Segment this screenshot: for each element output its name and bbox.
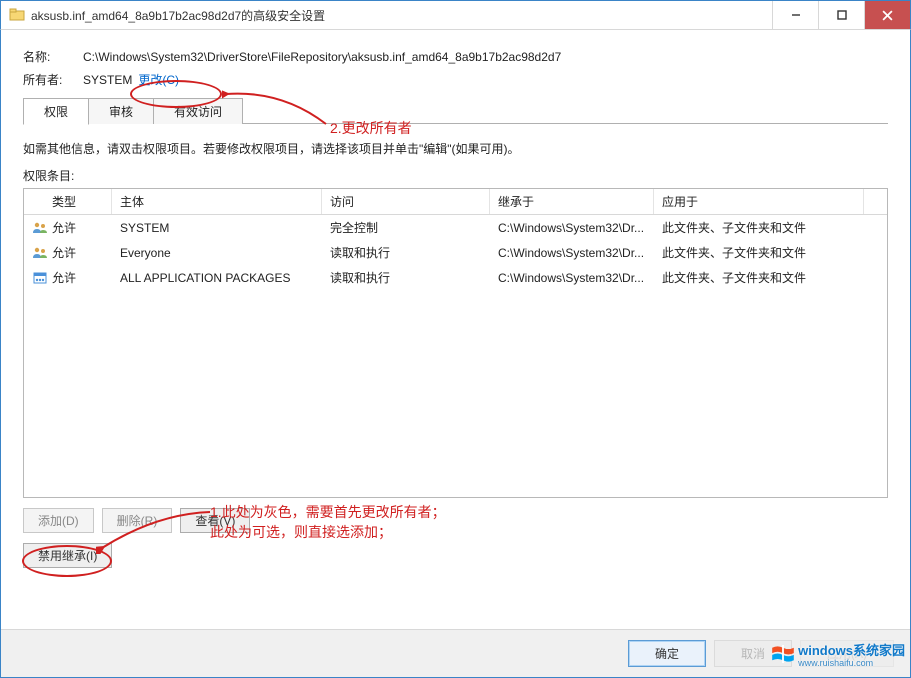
cell-type: 允许 xyxy=(52,244,76,261)
windows-flag-icon xyxy=(772,645,794,663)
folder-icon xyxy=(9,7,25,23)
col-principal[interactable]: 主体 xyxy=(112,189,322,214)
col-access[interactable]: 访问 xyxy=(322,189,490,214)
window-buttons xyxy=(772,1,910,29)
cell-access: 读取和执行 xyxy=(322,267,490,288)
close-button[interactable] xyxy=(864,1,910,29)
principal-icon xyxy=(32,270,48,286)
col-inherited[interactable]: 继承于 xyxy=(490,189,654,214)
minimize-button[interactable] xyxy=(772,1,818,29)
remove-button[interactable]: 删除(R) xyxy=(102,508,173,533)
watermark-url: www.ruishaifu.com xyxy=(798,659,905,668)
table-row[interactable]: 允许 SYSTEM完全控制C:\Windows\System32\Dr...此文件… xyxy=(24,215,887,240)
cell-inherited: C:\Windows\System32\Dr... xyxy=(490,269,654,287)
name-row: 名称: C:\Windows\System32\DriverStore\File… xyxy=(23,48,888,65)
entry-buttons: 添加(D) 删除(R) 查看(V) xyxy=(23,508,888,533)
maximize-button[interactable] xyxy=(818,1,864,29)
cell-applies: 此文件夹、子文件夹和文件 xyxy=(654,267,864,288)
cell-inherited: C:\Windows\System32\Dr... xyxy=(490,244,654,262)
watermark-brand: windows系统家园 xyxy=(798,643,905,658)
hint-text: 如需其他信息，请双击权限项目。若要修改权限项目，请选择该项目并单击"编辑"(如果… xyxy=(23,140,888,157)
cell-type: 允许 xyxy=(52,269,76,286)
cell-principal: SYSTEM xyxy=(112,219,322,237)
cell-applies: 此文件夹、子文件夹和文件 xyxy=(654,217,864,238)
owner-value: SYSTEM xyxy=(83,73,132,87)
col-applies[interactable]: 应用于 xyxy=(654,189,864,214)
inherit-buttons: 禁用继承(I) xyxy=(23,543,888,568)
name-label: 名称: xyxy=(23,48,83,65)
cell-principal: ALL APPLICATION PACKAGES xyxy=(112,269,322,287)
cell-access: 完全控制 xyxy=(322,217,490,238)
list-header: 类型 主体 访问 继承于 应用于 xyxy=(24,189,887,215)
watermark: windows系统家园 www.ruishaifu.com xyxy=(772,640,905,668)
cell-applies: 此文件夹、子文件夹和文件 xyxy=(654,242,864,263)
principal-icon xyxy=(32,245,48,261)
cell-access: 读取和执行 xyxy=(322,242,490,263)
disable-inheritance-button[interactable]: 禁用继承(I) xyxy=(23,543,112,568)
table-row[interactable]: 允许 Everyone读取和执行C:\Windows\System32\Dr...… xyxy=(24,240,887,265)
cell-principal: Everyone xyxy=(112,244,322,262)
title-bar: aksusb.inf_amd64_8a9b17b2ac98d2d7的高级安全设置 xyxy=(0,0,911,30)
tab-audit[interactable]: 审核 xyxy=(88,98,154,124)
owner-row: 所有者: SYSTEM 更改(C) xyxy=(23,71,888,88)
table-row[interactable]: 允许 ALL APPLICATION PACKAGES读取和执行C:\Window… xyxy=(24,265,887,290)
permission-list[interactable]: 类型 主体 访问 继承于 应用于 允许SYSTEM完全控制C:\Windows\… xyxy=(23,188,888,498)
add-button[interactable]: 添加(D) xyxy=(23,508,94,533)
window-title: aksusb.inf_amd64_8a9b17b2ac98d2d7的高级安全设置 xyxy=(31,7,772,24)
col-type[interactable]: 类型 xyxy=(24,189,112,214)
principal-icon xyxy=(32,220,48,236)
owner-label: 所有者: xyxy=(23,71,83,88)
ok-button[interactable]: 确定 xyxy=(628,640,706,667)
tab-effective-access[interactable]: 有效访问 xyxy=(153,98,243,124)
view-button[interactable]: 查看(V) xyxy=(180,508,250,533)
tab-permissions[interactable]: 权限 xyxy=(23,98,89,125)
name-value: C:\Windows\System32\DriverStore\FileRepo… xyxy=(83,50,561,64)
change-owner-link[interactable]: 更改(C) xyxy=(138,71,179,88)
tab-strip: 权限 审核 有效访问 xyxy=(23,98,888,124)
entries-label: 权限条目: xyxy=(23,167,888,184)
cell-type: 允许 xyxy=(52,219,76,236)
cell-inherited: C:\Windows\System32\Dr... xyxy=(490,219,654,237)
